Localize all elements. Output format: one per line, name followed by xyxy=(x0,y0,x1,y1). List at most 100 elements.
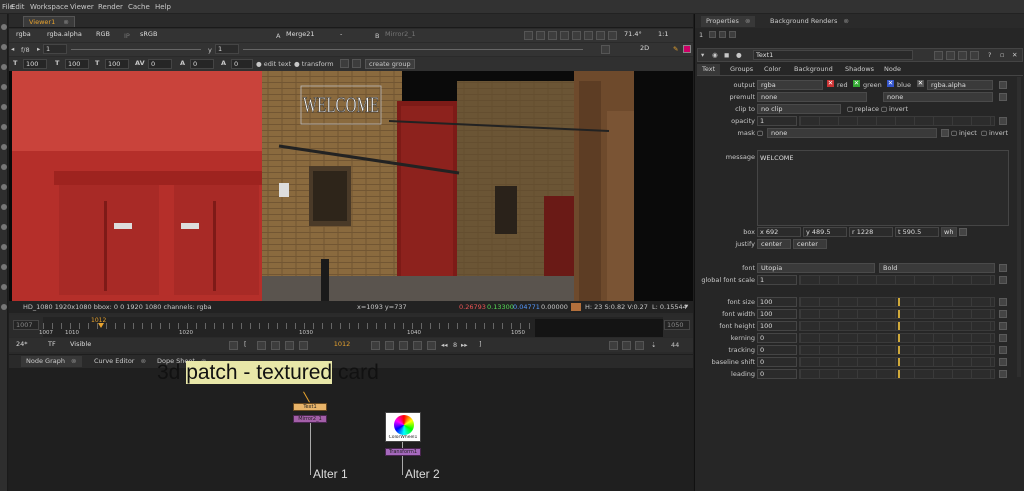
safe-area-icon[interactable] xyxy=(548,31,557,40)
global-font-scale-animation-icon[interactable] xyxy=(999,276,1007,284)
prev-key-button[interactable] xyxy=(271,341,280,350)
box-wh-button[interactable]: wh xyxy=(941,227,957,237)
font-size-value[interactable]: 100 xyxy=(757,297,797,307)
step-forward-button[interactable] xyxy=(385,341,394,350)
menu-workspace[interactable]: Workspace xyxy=(30,3,68,11)
next-key-button[interactable] xyxy=(399,341,408,350)
float-panel-icon[interactable] xyxy=(970,51,979,60)
slider-handle[interactable] xyxy=(898,346,900,354)
leading-animation-icon[interactable] xyxy=(999,370,1007,378)
step-fwd-icon[interactable]: ▸▸ xyxy=(461,341,468,349)
viewer-canvas[interactable]: WELCOME xyxy=(9,71,693,301)
node-colorwheel[interactable]: ColorWheel1 xyxy=(385,412,421,442)
opacity-field[interactable]: 1 xyxy=(757,116,797,126)
undo-icon[interactable] xyxy=(934,51,943,60)
node-mirror[interactable]: Mirror2_1 xyxy=(293,415,327,423)
tool-icon[interactable] xyxy=(1,144,7,150)
justify-h-dropdown[interactable]: center xyxy=(757,239,791,249)
tool-icon[interactable] xyxy=(1,224,7,230)
transform-toggle[interactable]: ● transform xyxy=(294,60,334,68)
gamma-field[interactable]: 1 xyxy=(215,44,239,54)
visible-dropdown[interactable]: Visible xyxy=(67,340,101,350)
fstop-arrow-icon[interactable]: ▸ xyxy=(37,45,40,53)
node-text1[interactable]: Text1 xyxy=(293,403,327,411)
group-icon[interactable] xyxy=(340,59,349,68)
play-reverse-button[interactable] xyxy=(299,341,308,350)
color-icon[interactable]: ● xyxy=(736,51,742,59)
loop-button[interactable] xyxy=(427,341,436,350)
tracking-value[interactable]: 0 xyxy=(757,345,797,355)
close-icon[interactable]: ⊗ xyxy=(745,17,750,25)
close-icon[interactable]: ⊗ xyxy=(71,357,76,365)
baseline-shift-value[interactable]: 0 xyxy=(757,357,797,367)
chevron-down-icon[interactable]: ▾ xyxy=(685,302,688,310)
help-icon[interactable]: ? xyxy=(988,51,991,59)
subtab-shadows[interactable]: Shadows xyxy=(840,64,879,75)
selection-icon[interactable] xyxy=(601,45,610,54)
play-reverse-icon[interactable]: ◂ xyxy=(11,45,14,53)
close-icon[interactable]: ⊗ xyxy=(141,357,146,365)
slider-handle[interactable] xyxy=(898,358,900,366)
tracking-animation-icon[interactable] xyxy=(999,346,1007,354)
tool-icon[interactable] xyxy=(1,164,7,170)
slider-handle[interactable] xyxy=(898,334,900,342)
show-icon[interactable]: ◉ xyxy=(712,51,718,59)
font-width-value[interactable]: 100 xyxy=(757,309,797,319)
output-menu-icon[interactable] xyxy=(999,81,1007,89)
red-check-icon[interactable]: ✕ xyxy=(827,80,834,87)
float-icon[interactable] xyxy=(729,31,736,38)
tab-background-renders[interactable]: Background Renders ⊗ xyxy=(765,16,854,27)
tab-curve-editor[interactable]: Curve Editor ⊗ xyxy=(89,356,151,367)
fstop-field[interactable]: 1 xyxy=(43,44,67,54)
kerning-slider[interactable] xyxy=(799,333,995,343)
channels-dropdown[interactable]: rgba xyxy=(13,30,35,40)
font-height-animation-icon[interactable] xyxy=(999,322,1007,330)
timecode-dropdown[interactable]: TF xyxy=(45,340,65,350)
step-back-button[interactable] xyxy=(285,341,294,350)
font-width-slider[interactable] xyxy=(799,309,995,319)
kerning-field[interactable]: 0 xyxy=(148,59,172,69)
menu-render[interactable]: Render xyxy=(98,3,123,11)
subtab-color[interactable]: Color xyxy=(759,64,786,75)
out-bracket-icon[interactable]: ] xyxy=(479,340,482,348)
rgb-dropdown[interactable]: RGB xyxy=(93,30,115,40)
font-size-slider[interactable] xyxy=(799,297,995,307)
tool-icon[interactable] xyxy=(1,84,7,90)
font-width-animation-icon[interactable] xyxy=(999,310,1007,318)
ungroup-icon[interactable] xyxy=(352,59,361,68)
baseline-shift-slider[interactable] xyxy=(799,357,995,367)
tool-icon[interactable] xyxy=(1,304,7,310)
edit-text-toggle[interactable]: ● edit text xyxy=(256,60,291,68)
input-a-dropdown[interactable]: Merge21 xyxy=(283,30,333,40)
region-icon[interactable] xyxy=(536,31,545,40)
box-x-field[interactable]: x 692 xyxy=(757,227,801,237)
kerning-animation-icon[interactable] xyxy=(999,334,1007,342)
sync-icon[interactable]: ⇣ xyxy=(651,341,656,349)
leading-value[interactable]: 0 xyxy=(757,369,797,379)
blue-check-icon[interactable]: ✕ xyxy=(887,80,894,87)
mask-checkbox[interactable]: ▢ xyxy=(757,129,763,137)
backdrop-title[interactable]: 3d patch - textured card xyxy=(157,361,379,385)
ip-label[interactable]: IP xyxy=(124,32,130,40)
redo-icon[interactable] xyxy=(946,51,955,60)
font-height-slider[interactable] xyxy=(799,321,995,331)
tab-viewer1[interactable]: Viewer1 ⊗ xyxy=(23,16,75,27)
first-frame-button[interactable] xyxy=(257,341,266,350)
clip-dropdown[interactable]: no clip xyxy=(757,104,841,114)
gain-slider[interactable] xyxy=(71,49,201,50)
subtab-background[interactable]: Background xyxy=(789,64,838,75)
green-check-icon[interactable]: ✕ xyxy=(853,80,860,87)
proxy-icon[interactable] xyxy=(635,341,644,350)
tab-properties[interactable]: Properties ⊗ xyxy=(701,16,756,27)
bypass-icon[interactable]: ◼ xyxy=(724,51,729,59)
tab-node-graph[interactable]: Node Graph ⊗ xyxy=(21,356,82,367)
opacity-animation-icon[interactable] xyxy=(999,117,1007,125)
collapse-icon[interactable]: ▾ xyxy=(701,51,704,59)
colorspace-dropdown[interactable]: sRGB xyxy=(137,30,177,40)
subtab-text[interactable]: Text xyxy=(697,64,721,75)
premult-dropdown[interactable]: none xyxy=(757,92,867,102)
baseline-shift-animation-icon[interactable] xyxy=(999,358,1007,366)
close-icon[interactable]: ⊗ xyxy=(63,18,68,26)
clear-icon[interactable] xyxy=(719,31,726,38)
tool-icon[interactable] xyxy=(1,264,7,270)
